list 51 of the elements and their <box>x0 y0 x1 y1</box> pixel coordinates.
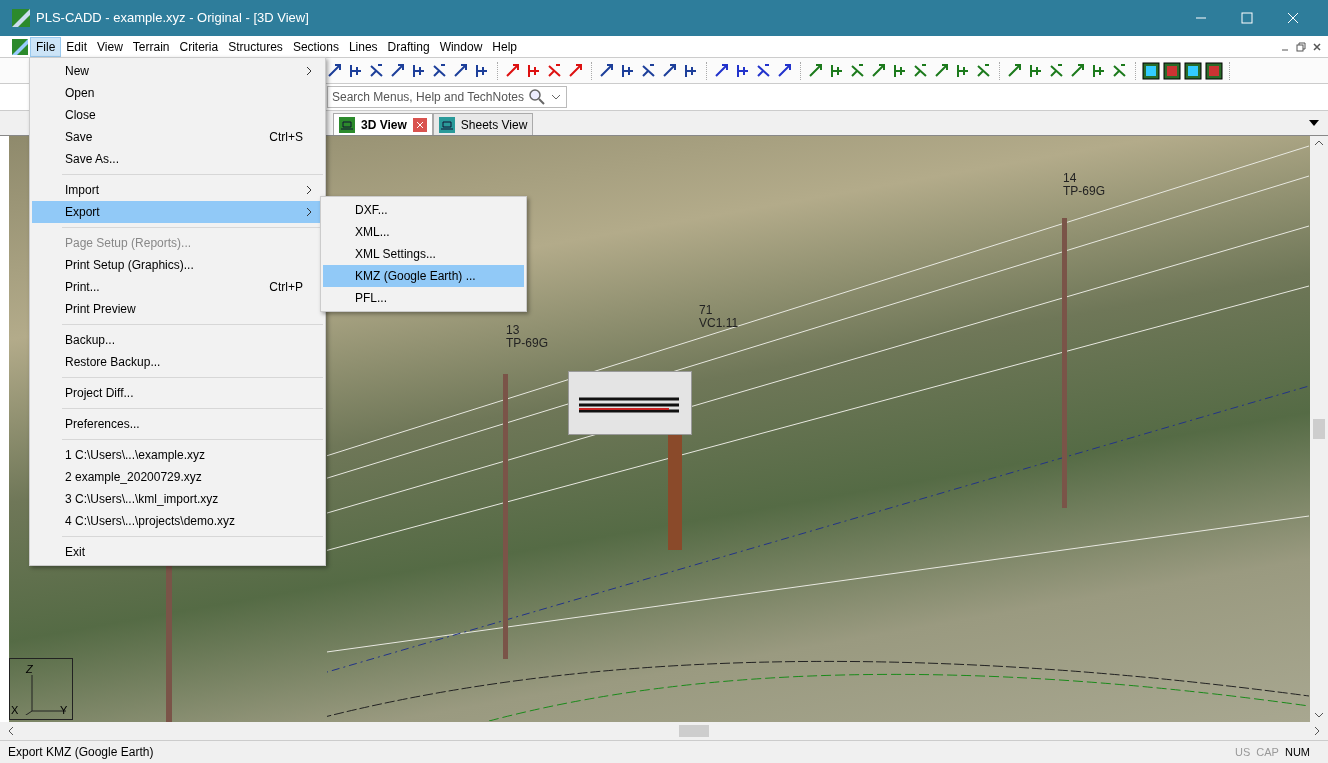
menu-item[interactable]: PFL... <box>323 287 524 309</box>
menu-item[interactable]: New <box>32 60 323 82</box>
menu-item[interactable]: File <box>30 36 62 57</box>
menu-item[interactable]: Window <box>434 36 488 57</box>
menu-item[interactable]: DXF... <box>323 199 524 221</box>
menu-item[interactable]: 1 C:\Users\...\example.xyz <box>32 444 323 466</box>
menu-item[interactable]: Edit <box>61 36 93 57</box>
menu-item[interactable]: Open <box>32 82 323 104</box>
menu-item[interactable]: Project Diff... <box>32 382 323 404</box>
menu-item[interactable]: Save As... <box>32 148 323 170</box>
axis-label: Y <box>60 702 68 718</box>
structure-number: 71 <box>699 304 714 317</box>
status-indicator: US <box>1235 744 1251 760</box>
menu-item[interactable]: Print... Ctrl+P <box>32 276 323 298</box>
menu-item[interactable]: Criteria <box>174 36 224 57</box>
view-tab[interactable]: 3D View <box>333 113 433 135</box>
search-field[interactable]: Search Menus, Help and TechNotes <box>327 86 567 108</box>
menu-item[interactable]: Sections <box>287 36 344 57</box>
menu-item[interactable]: Backup... <box>32 329 323 351</box>
menu-item[interactable]: Close <box>32 104 323 126</box>
menu-item[interactable]: Import <box>32 179 323 201</box>
structure-type: TP-69G <box>1063 185 1105 198</box>
status-indicator: NUM <box>1284 744 1310 760</box>
menu-item[interactable]: View <box>92 36 128 57</box>
menu-item[interactable]: Lines <box>343 36 383 57</box>
menu-item[interactable]: Terrain <box>127 36 175 57</box>
menu-item[interactable]: Preferences... <box>32 413 323 435</box>
menu-item[interactable]: Structures <box>223 36 288 57</box>
menu-item[interactable]: Exit <box>32 541 323 563</box>
menu-item[interactable]: Restore Backup... <box>32 351 323 373</box>
menu-item[interactable]: Print Setup (Graphics)... <box>32 254 323 276</box>
axis-label: X <box>11 702 19 718</box>
structure-number: 13 <box>506 324 521 337</box>
view-tab[interactable]: Sheets View <box>432 113 534 135</box>
menu-item[interactable]: XML... <box>323 221 524 243</box>
window-title: PLS-CADD - example.xyz - Original - [3D View] <box>36 9 309 28</box>
menu-item[interactable]: Export <box>32 201 323 223</box>
status-message: Export KMZ (Google Earth) <box>8 744 154 761</box>
status-indicator: CAP <box>1256 744 1279 760</box>
menu-item[interactable]: KMZ (Google Earth) ... <box>323 265 524 287</box>
axis-label: Z <box>26 662 33 677</box>
menu-item[interactable]: XML Settings... <box>323 243 524 265</box>
menu-item[interactable]: Drafting <box>382 36 435 57</box>
menu-item[interactable]: Print Preview <box>32 298 323 320</box>
structure-type: VC1.11 <box>699 317 739 330</box>
menu-item[interactable]: 2 example_20200729.xyz <box>32 466 323 488</box>
menu-item[interactable]: 3 C:\Users\...\kml_import.xyz <box>32 488 323 510</box>
structure-type: TP-69G <box>506 337 548 350</box>
menu-item[interactable]: Help <box>487 36 522 57</box>
menu-item[interactable]: 4 C:\Users\...\projects\demo.xyz <box>32 510 323 532</box>
structure-number: 14 <box>1063 172 1078 185</box>
